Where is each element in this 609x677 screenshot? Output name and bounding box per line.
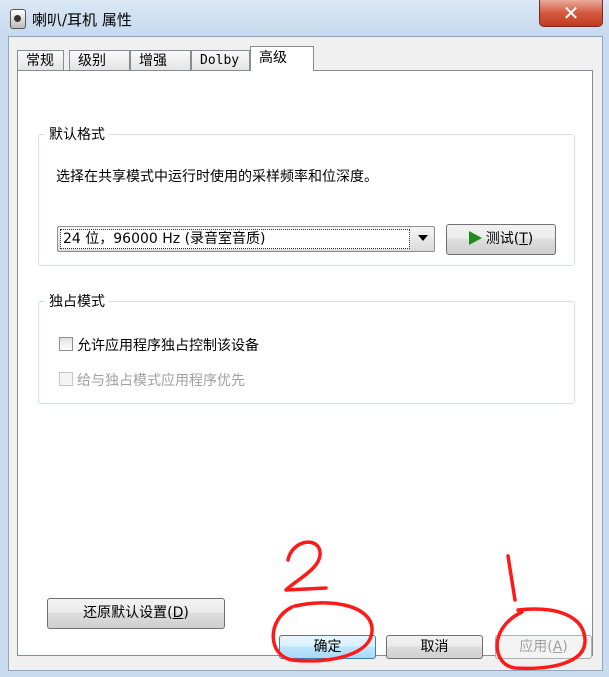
restore-defaults-button[interactable]: 还原默认设置(D)	[47, 598, 225, 629]
tab-dolby[interactable]: Dolby	[191, 50, 250, 70]
exclusive-priority-row[interactable]: 给与独占模式应用程序优先	[59, 370, 245, 390]
apply-accelerator: A	[552, 639, 563, 655]
exclusive-priority-checkbox[interactable]	[59, 372, 73, 386]
test-label-suffix: )	[527, 231, 534, 247]
test-accelerator: T	[519, 231, 528, 247]
sample-rate-value: 24 位，96000 Hz (录音室音质)	[60, 229, 410, 249]
restore-label: 还原默认设置(	[83, 605, 173, 621]
default-format-description: 选择在共享模式中运行时使用的采样频率和位深度。	[56, 169, 378, 185]
properties-dialog: 常规 级别 增强 Dolby 高级 默认格式 选择在共享模式中运行时使用的采样频…	[8, 36, 603, 671]
ok-button[interactable]: 确定	[279, 635, 376, 659]
exclusive-mode-legend: 独占模式	[49, 294, 105, 310]
allow-exclusive-label: 允许应用程序独占控制该设备	[77, 338, 259, 354]
exclusive-mode-group: 独占模式 允许应用程序独占控制该设备 给与独占模式应用程序优先	[38, 291, 575, 404]
tab-panel-advanced: 默认格式 选择在共享模式中运行时使用的采样频率和位深度。 24 位，96000 …	[17, 70, 593, 656]
default-format-legend: 默认格式	[49, 127, 105, 143]
tab-advanced[interactable]: 高级	[250, 46, 314, 71]
exclusive-priority-label: 给与独占模式应用程序优先	[77, 373, 245, 389]
close-icon: ✕	[562, 1, 580, 25]
apply-label: 应用(	[519, 639, 553, 655]
tab-enhancements[interactable]: 增强	[130, 50, 191, 70]
tab-levels[interactable]: 级别	[69, 50, 130, 70]
chevron-down-icon	[418, 235, 428, 241]
test-button[interactable]: 测试(T)	[446, 224, 556, 255]
play-icon	[468, 231, 482, 245]
cancel-button[interactable]: 取消	[386, 635, 483, 659]
apply-label-suffix: )	[562, 639, 568, 655]
title-bar: 喇叭/耳机 属性 ✕	[0, 0, 609, 36]
default-format-group: 默认格式 选择在共享模式中运行时使用的采样频率和位深度。 24 位，96000 …	[38, 124, 575, 266]
restore-accelerator: D	[172, 605, 184, 621]
restore-label-suffix: )	[183, 605, 189, 621]
apply-button[interactable]: 应用(A)	[495, 635, 592, 659]
sample-rate-select[interactable]: 24 位，96000 Hz (录音室音质)	[57, 226, 435, 252]
speaker-app-icon	[10, 9, 26, 29]
close-button[interactable]: ✕	[539, 0, 603, 27]
allow-exclusive-checkbox[interactable]	[59, 337, 73, 351]
test-label: 测试(	[485, 231, 520, 247]
allow-exclusive-row[interactable]: 允许应用程序独占控制该设备	[59, 335, 259, 355]
tab-general[interactable]: 常规	[17, 50, 64, 70]
window-title: 喇叭/耳机 属性	[32, 11, 132, 29]
